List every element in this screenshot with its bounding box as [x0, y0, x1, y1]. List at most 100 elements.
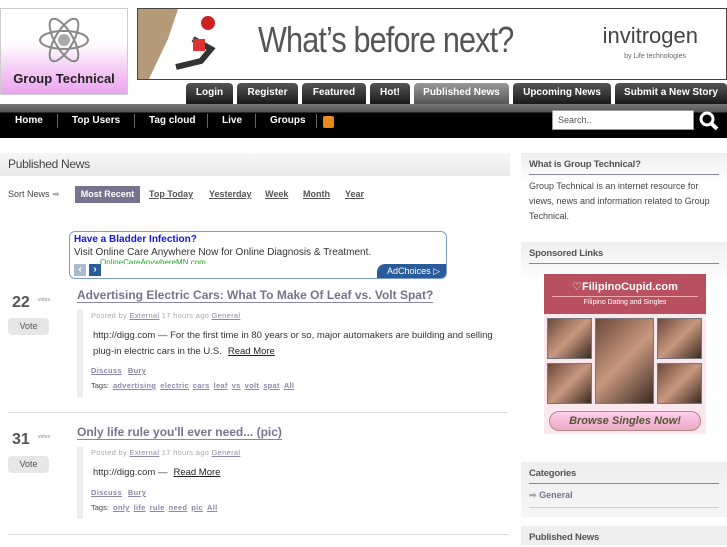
tags-label: Tags:	[91, 503, 109, 512]
photo	[657, 318, 702, 359]
categories-widget: Categories ➡ General	[521, 462, 727, 517]
arrow-right-icon: ➡	[52, 189, 60, 199]
discuss-link[interactable]: Discuss	[91, 366, 122, 375]
tag-link[interactable]: vs	[232, 381, 241, 390]
divider	[57, 114, 58, 128]
tag-link[interactable]: life	[134, 503, 146, 512]
ad-brand: FilipinoCupid.com	[581, 281, 678, 293]
prev-icon[interactable]: ‹	[74, 264, 86, 276]
banner-ad[interactable]: What’s before next? invitrogen by Life t…	[137, 8, 727, 80]
adchoices-button[interactable]: AdChoices ▷	[377, 264, 446, 278]
tab-submit-story[interactable]: Submit a New Story	[615, 83, 727, 104]
category-item[interactable]: ➡ General	[529, 490, 719, 508]
sort-yesterday[interactable]: Yesterday	[209, 189, 252, 199]
tag-link[interactable]: All	[207, 503, 217, 512]
tag-link[interactable]: All	[284, 381, 294, 390]
vote-count: 22	[12, 294, 30, 311]
next-icon[interactable]: ›	[89, 264, 101, 276]
vote-button[interactable]: Vote	[8, 318, 49, 335]
category-link[interactable]: General	[212, 311, 241, 320]
read-more-link[interactable]: Read More	[173, 467, 220, 478]
sponsored-title: Sponsored Links	[529, 248, 719, 264]
tab-featured[interactable]: Featured	[302, 83, 366, 104]
story-text: http://digg.com —	[93, 467, 168, 478]
arrow-right-icon: ➡	[529, 490, 537, 500]
tag-link[interactable]: electric	[160, 381, 189, 390]
tag-link[interactable]: volt	[245, 381, 260, 390]
tag-link[interactable]: need	[169, 503, 188, 512]
bury-link[interactable]: Bury	[128, 366, 146, 375]
tab-register[interactable]: Register	[237, 83, 298, 104]
tag-link[interactable]: leaf	[214, 381, 228, 390]
nav-live[interactable]: Live	[222, 115, 242, 126]
tag-link[interactable]: rule	[150, 503, 165, 512]
search-icon[interactable]	[699, 111, 719, 131]
category-label: General	[539, 490, 573, 500]
tag-link[interactable]: only	[113, 503, 130, 512]
photo	[595, 318, 654, 404]
time: 17 hours ago	[161, 448, 210, 457]
tag-link[interactable]: advertising	[113, 381, 156, 390]
sort-top-today[interactable]: Top Today	[149, 189, 193, 199]
climber-image	[138, 9, 216, 79]
author-link[interactable]: External	[129, 448, 159, 457]
sort-week[interactable]: Week	[265, 189, 288, 199]
divider	[255, 114, 256, 128]
photo	[547, 318, 592, 359]
vote-count: 31	[12, 431, 30, 448]
bury-link[interactable]: Bury	[128, 488, 146, 497]
sort-year[interactable]: Year	[345, 189, 364, 199]
site-logo[interactable]: Group Technical	[0, 8, 128, 95]
sponsored-ad[interactable]: ♡FilipinoCupid.com Filipino Dating and Si…	[544, 274, 706, 434]
photo	[547, 363, 592, 404]
page-title: Published News	[0, 153, 510, 176]
ad-title[interactable]: Have a Bladder Infection?	[74, 234, 442, 245]
divider	[8, 534, 509, 535]
story-title[interactable]: Advertising Electric Cars: What To Make …	[77, 288, 434, 303]
divider	[8, 412, 509, 413]
tag-link[interactable]: cars	[193, 381, 210, 390]
sort-label: Sort News ➡	[8, 189, 60, 200]
tags-label: Tags:	[91, 381, 109, 390]
posted-by: Posted by	[91, 311, 128, 320]
about-text: Group Technical is an internet resource …	[529, 181, 710, 221]
sort-most-recent[interactable]: Most Recent	[75, 186, 140, 203]
sort-label-text: Sort News	[8, 189, 50, 199]
search-input[interactable]: Search..	[552, 110, 694, 130]
browse-singles-button[interactable]: Browse Singles Now!	[549, 411, 701, 431]
tab-hot[interactable]: Hot!	[370, 83, 410, 104]
tab-published-news[interactable]: Published News	[414, 83, 509, 104]
banner-headline: What’s before next?	[258, 19, 514, 60]
rss-icon[interactable]	[323, 116, 334, 128]
story-tags: Tags: only life rule need pic All	[91, 503, 218, 512]
adchoices-label: AdChoices	[387, 266, 431, 276]
tab-login[interactable]: Login	[186, 83, 233, 104]
story-meta: Posted by External 17 hours ago General	[91, 311, 240, 320]
tag-link[interactable]: spat	[263, 381, 280, 390]
author-link[interactable]: External	[129, 311, 159, 320]
story-title[interactable]: Only life rule you'll ever need... (pic)	[77, 425, 282, 440]
nav-tag-cloud[interactable]: Tag cloud	[149, 115, 195, 126]
text-ad[interactable]: Have a Bladder Infection? Visit Online C…	[69, 231, 447, 279]
category-link[interactable]: General	[212, 448, 241, 457]
nav-top-users[interactable]: Top Users	[72, 115, 120, 126]
atom-icon	[39, 17, 89, 63]
divider	[207, 114, 208, 128]
discuss-link[interactable]: Discuss	[91, 488, 122, 497]
time: 17 hours ago	[161, 311, 210, 320]
story-bar	[77, 310, 83, 398]
nav-home[interactable]: Home	[15, 115, 43, 126]
read-more-link[interactable]: Read More	[228, 346, 275, 357]
vote-button[interactable]: Vote	[8, 456, 49, 473]
story-bar	[77, 447, 83, 519]
sort-month[interactable]: Month	[303, 189, 330, 199]
divider	[316, 114, 317, 128]
votes-label: votes	[38, 434, 50, 440]
tag-link[interactable]: pic	[191, 503, 203, 512]
tab-upcoming-news[interactable]: Upcoming News	[513, 83, 611, 104]
story-meta: Posted by External 17 hours ago General	[91, 448, 240, 457]
heart-icon: ♡	[572, 281, 582, 293]
nav-groups[interactable]: Groups	[270, 115, 306, 126]
banner-brand-sub: by Life technologies	[624, 53, 686, 60]
about-title: What is Group Technical?	[529, 159, 719, 175]
